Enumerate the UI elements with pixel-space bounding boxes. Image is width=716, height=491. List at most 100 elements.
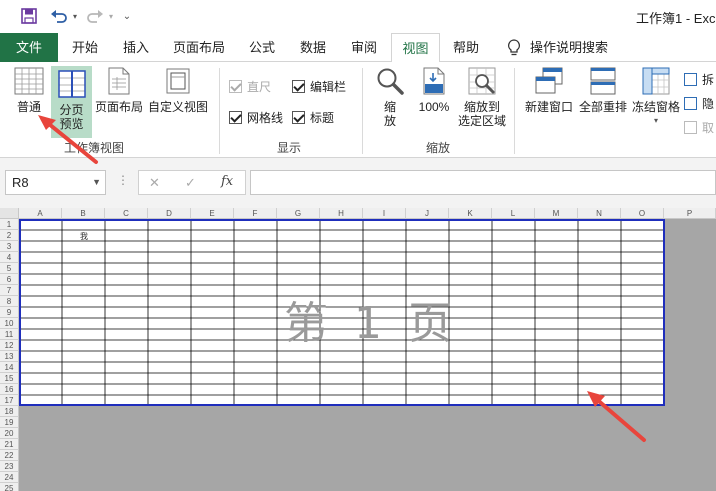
redo-icon[interactable] [84, 6, 106, 26]
ribbon-tabs: 文件 开始 插入 页面布局 公式 数据 审阅 视图 帮助 操作说明搜索 [0, 33, 716, 63]
formula-bar: R8 ▼ ⋮ ✕ ✓ fx [0, 158, 716, 208]
hide-button[interactable]: 隐 [684, 95, 714, 112]
page-layout-view-button[interactable]: 页面布局 [93, 66, 145, 124]
tab-insert[interactable]: 插入 [112, 33, 160, 62]
column-header-m[interactable]: M [535, 208, 578, 219]
tab-help[interactable]: 帮助 [443, 33, 489, 62]
group-label-workbook-views: 工作簿视图 [64, 141, 125, 155]
select-all-corner[interactable] [0, 208, 19, 219]
row-header-18[interactable]: 18 [0, 406, 19, 417]
row-header-7[interactable]: 7 [0, 285, 19, 296]
column-header-n[interactable]: N [578, 208, 621, 219]
ruler-checkbox-box [229, 80, 242, 93]
cancel-icon[interactable]: ✕ [149, 175, 160, 191]
row-header-17[interactable]: 17 [0, 395, 19, 406]
row-header-25[interactable]: 25 [0, 483, 19, 491]
column-header-l[interactable]: L [492, 208, 535, 219]
tab-review[interactable]: 审阅 [340, 33, 388, 62]
formula-bar-checkbox[interactable]: 编辑栏 [292, 78, 346, 95]
row-header-4[interactable]: 4 [0, 252, 19, 263]
row-header-13[interactable]: 13 [0, 351, 19, 362]
enter-icon[interactable]: ✓ [185, 175, 196, 191]
normal-view-icon [14, 67, 44, 95]
formula-input[interactable] [250, 170, 716, 195]
column-header-c[interactable]: C [105, 208, 148, 219]
ruler-checkbox[interactable]: 直尺 [229, 78, 271, 95]
name-box[interactable]: R8 ▼ [5, 170, 106, 195]
chevron-down-icon[interactable]: ▼ [92, 171, 101, 194]
row-header-19[interactable]: 19 [0, 417, 19, 428]
row-header-16[interactable]: 16 [0, 384, 19, 395]
tab-view[interactable]: 视图 [391, 33, 440, 63]
zoom-to-selection-icon [468, 67, 496, 95]
tab-page-layout[interactable]: 页面布局 [163, 33, 235, 62]
column-header-k[interactable]: K [449, 208, 492, 219]
headings-checkbox-box [292, 111, 305, 124]
row-header-1[interactable]: 1 [0, 219, 19, 230]
customize-qat-icon[interactable]: ⌄ [120, 6, 134, 26]
tell-me-search[interactable]: 操作说明搜索 [528, 33, 610, 62]
row-header-22[interactable]: 22 [0, 450, 19, 461]
row-header-15[interactable]: 15 [0, 373, 19, 384]
cell-b2[interactable]: 我 [80, 231, 88, 242]
column-header-j[interactable]: J [406, 208, 449, 219]
print-area[interactable]: 我 第 1 页 [19, 219, 665, 405]
custom-views-button[interactable]: 自定义视图 [146, 66, 210, 124]
freeze-panes-button[interactable]: 冻结窗格 ▾ [630, 66, 682, 138]
zoom-button[interactable]: 缩 放 [371, 66, 409, 138]
column-header-g[interactable]: G [277, 208, 320, 219]
gridlines-checkbox[interactable]: 网格线 [229, 109, 283, 126]
unhide-button[interactable]: 取 [684, 119, 714, 136]
row-header-9[interactable]: 9 [0, 307, 19, 318]
column-header-b[interactable]: B [62, 208, 105, 219]
row-header-10[interactable]: 10 [0, 318, 19, 329]
row-header-3[interactable]: 3 [0, 241, 19, 252]
group-label-zoom: 缩放 [426, 141, 451, 155]
tab-data[interactable]: 数据 [289, 33, 337, 62]
headings-label: 标题 [310, 111, 335, 125]
tab-file[interactable]: 文件 [0, 33, 58, 62]
arrange-all-icon [590, 67, 616, 95]
column-header-f[interactable]: F [234, 208, 277, 219]
zoom-100-button[interactable]: 100% [414, 66, 454, 124]
undo-icon[interactable] [48, 6, 70, 26]
split-button[interactable]: 拆 [684, 71, 714, 88]
row-header-12[interactable]: 12 [0, 340, 19, 351]
redo-dropdown-icon[interactable]: ▾ [106, 6, 116, 26]
tab-formulas[interactable]: 公式 [238, 33, 286, 62]
zoom-to-selection-label-1: 缩放到 [463, 100, 500, 114]
column-header-h[interactable]: H [320, 208, 363, 219]
column-header-i[interactable]: I [363, 208, 406, 219]
row-header-6[interactable]: 6 [0, 274, 19, 285]
column-header-o[interactable]: O [621, 208, 664, 219]
formula-buttons: ✕ ✓ fx [138, 170, 246, 195]
column-header-p[interactable]: P [664, 208, 716, 219]
row-header-21[interactable]: 21 [0, 439, 19, 450]
row-header-8[interactable]: 8 [0, 296, 19, 307]
row-header-2[interactable]: 2 [0, 230, 19, 241]
row-header-5[interactable]: 5 [0, 263, 19, 274]
gridlines-label: 网格线 [247, 111, 284, 125]
row-header-24[interactable]: 24 [0, 472, 19, 483]
undo-dropdown-icon[interactable]: ▾ [70, 6, 80, 26]
row-header-23[interactable]: 23 [0, 461, 19, 472]
zoom-to-selection-button[interactable]: 缩放到 选定区域 [455, 66, 509, 138]
drag-handle-icon[interactable]: ⋮ [117, 173, 129, 187]
column-header-a[interactable]: A [19, 208, 62, 219]
split-icon [684, 73, 697, 86]
unhide-icon [684, 121, 697, 134]
row-header-14[interactable]: 14 [0, 362, 19, 373]
column-header-e[interactable]: E [191, 208, 234, 219]
row-header-20[interactable]: 20 [0, 428, 19, 439]
column-header-d[interactable]: D [148, 208, 191, 219]
page-break-preview-button[interactable]: 分页 预览 [51, 66, 92, 138]
row-header-11[interactable]: 11 [0, 329, 19, 340]
insert-function-icon[interactable]: fx [221, 174, 233, 189]
normal-view-button[interactable]: 普通 [8, 66, 50, 124]
tab-home[interactable]: 开始 [60, 33, 110, 62]
new-window-button[interactable]: 新建窗口 [522, 66, 576, 124]
arrange-all-button[interactable]: 全部重排 [577, 66, 629, 124]
window-title: 工作簿1 - Exc [636, 11, 716, 26]
headings-checkbox[interactable]: 标题 [292, 109, 334, 126]
save-icon[interactable] [18, 6, 40, 26]
